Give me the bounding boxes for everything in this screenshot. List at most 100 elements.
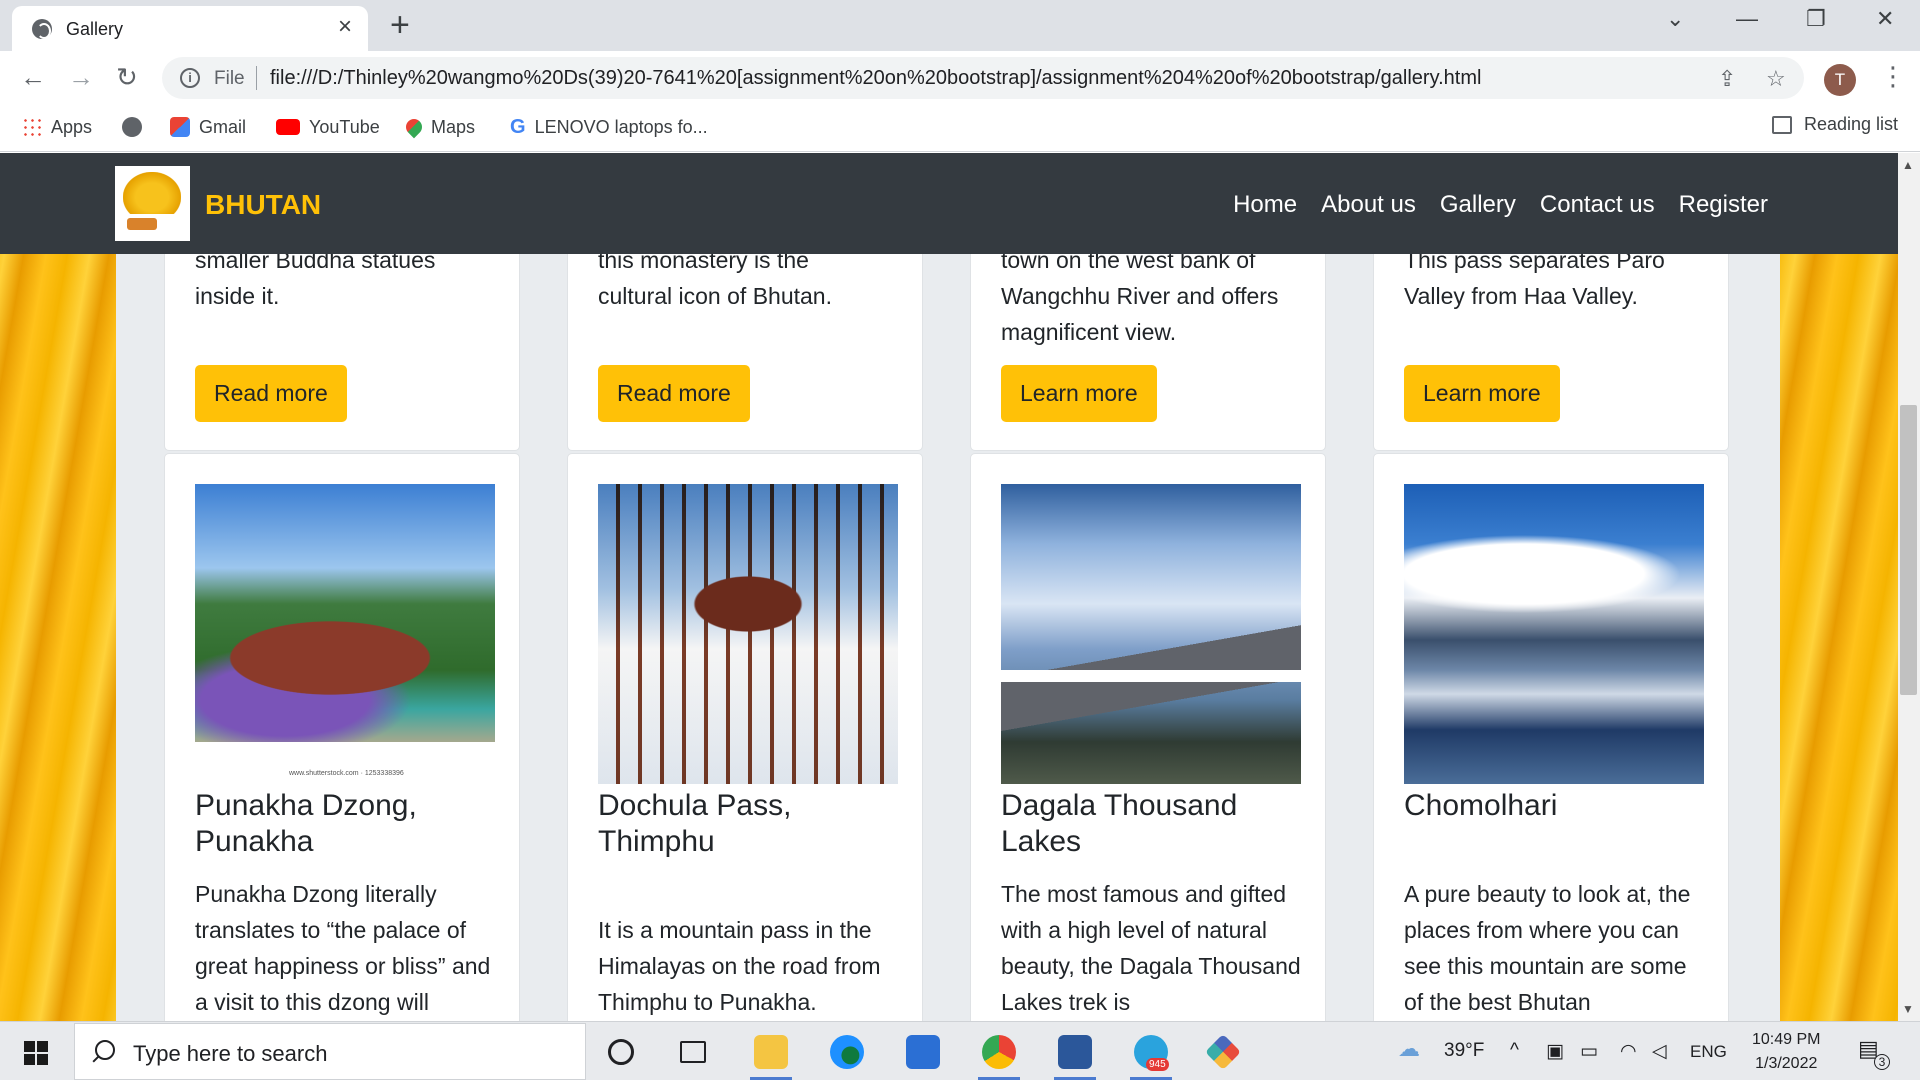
- card-text: Valley from Haa Valley.: [1404, 283, 1638, 309]
- battery-icon[interactable]: ▭: [1580, 1040, 1598, 1063]
- youtube-icon: [276, 119, 300, 135]
- read-more-button[interactable]: Read more: [598, 365, 750, 422]
- bookmark-apps[interactable]: Apps: [22, 114, 92, 140]
- bookmark-star-icon[interactable]: ☆: [1766, 66, 1786, 92]
- dagala-lakes-image: [1001, 484, 1301, 784]
- chevron-up-icon[interactable]: ^: [1510, 1040, 1519, 1062]
- info-icon[interactable]: i: [180, 68, 200, 88]
- taskbar: Type here to search 945 ☁ 39°F ^ ▣ ▭ ◠ ◁…: [0, 1021, 1920, 1080]
- volume-icon[interactable]: ◁: [1652, 1040, 1667, 1063]
- clock[interactable]: 10:49 PM 1/3/2022: [1752, 1028, 1820, 1076]
- restore-button[interactable]: ❐: [1806, 6, 1826, 32]
- mail-icon[interactable]: [906, 1035, 940, 1069]
- clock-date: 1/3/2022: [1755, 1055, 1818, 1072]
- tab-title: Gallery: [66, 19, 124, 39]
- bookmark-globe[interactable]: [122, 114, 142, 140]
- bookmark-youtube[interactable]: YouTube: [276, 114, 380, 140]
- globe-icon: [122, 117, 142, 137]
- card-text: Punakha Dzong literally translates to “t…: [195, 881, 491, 1015]
- address-bar[interactable]: i File file:///D:/Thinley%20wangmo%20Ds(…: [162, 57, 1804, 99]
- chomolhari-image: [1404, 484, 1704, 784]
- telegram-badge: 945: [1146, 1058, 1169, 1071]
- url-separator: [256, 66, 257, 90]
- tab-strip: Gallery × + ⌄ — ❐ ✕: [0, 0, 1920, 51]
- card-text: It is a mountain pass in the Himalayas o…: [598, 917, 881, 1015]
- windows-start-icon[interactable]: [24, 1041, 48, 1065]
- edge-icon[interactable]: [830, 1035, 864, 1069]
- weather-temp[interactable]: 39°F: [1444, 1040, 1484, 1062]
- card-text: inside it.: [195, 283, 280, 309]
- bookmark-label: Maps: [431, 116, 476, 137]
- nav-register[interactable]: Register: [1679, 191, 1768, 219]
- card-title: Dagala Thousand Lakes: [1001, 789, 1238, 858]
- cortana-icon[interactable]: [608, 1039, 634, 1065]
- maps-pin-icon: [402, 115, 426, 139]
- scroll-up-arrow-icon[interactable]: ▲: [1902, 158, 1914, 172]
- taskbar-search[interactable]: Type here to search: [74, 1023, 586, 1080]
- reading-list-label: Reading list: [1804, 114, 1899, 134]
- word-icon[interactable]: [1058, 1035, 1092, 1069]
- card-title: Chomolhari: [1404, 789, 1558, 822]
- site-navbar: BHUTAN Home About us Gallery Contact us …: [0, 153, 1898, 254]
- bookmark-maps[interactable]: Maps: [402, 114, 476, 140]
- close-tab-icon[interactable]: ×: [338, 15, 352, 39]
- language-indicator[interactable]: ENG: [1690, 1042, 1727, 1062]
- card-punakha-dzong: www.shutterstock.com · 1253338396 Punakh…: [164, 453, 520, 1021]
- weather-icon[interactable]: ☁: [1398, 1036, 1420, 1062]
- nav-home[interactable]: Home: [1233, 191, 1297, 219]
- dochula-pass-image: [598, 484, 898, 784]
- card-dagala-lakes: Dagala Thousand Lakes The most famous an…: [970, 453, 1326, 1021]
- image-watermark: www.shutterstock.com · 1253338396: [289, 770, 404, 777]
- card-title: Dochula Pass, Thimphu: [598, 789, 792, 858]
- menu-icon[interactable]: ⋮: [1880, 61, 1906, 92]
- url-scheme: File: [214, 68, 245, 89]
- card-text: A pure beauty to look at, the places fro…: [1404, 881, 1691, 1015]
- device-icon[interactable]: ▣: [1546, 1040, 1564, 1063]
- bookmark-label: LENOVO laptops fo...: [534, 116, 708, 137]
- bookmarks-bar: Apps Gmail YouTube Maps G LENOVO laptops…: [0, 104, 1920, 152]
- nav-about-us[interactable]: About us: [1321, 191, 1416, 219]
- share-icon[interactable]: ⇪: [1718, 66, 1736, 92]
- file-explorer-icon[interactable]: [754, 1035, 788, 1069]
- profile-avatar[interactable]: T: [1824, 64, 1856, 96]
- tab-gallery[interactable]: Gallery ×: [12, 6, 368, 51]
- app-icon[interactable]: [1204, 1033, 1242, 1071]
- brand-title[interactable]: BHUTAN: [205, 189, 321, 221]
- card-text: cultural icon of Bhutan.: [598, 283, 832, 309]
- close-window-button[interactable]: ✕: [1876, 6, 1894, 32]
- punakha-dzong-image: www.shutterstock.com · 1253338396: [195, 484, 495, 784]
- bookmark-gmail[interactable]: Gmail: [170, 114, 246, 140]
- search-placeholder: Type here to search: [133, 1041, 328, 1066]
- read-more-button[interactable]: Read more: [195, 365, 347, 422]
- card-title: Punakha Dzong, Punakha: [195, 789, 417, 858]
- nav-contact-us[interactable]: Contact us: [1540, 191, 1655, 219]
- learn-more-button[interactable]: Learn more: [1404, 365, 1560, 422]
- bookmark-label: Apps: [51, 116, 93, 137]
- reading-list[interactable]: Reading list: [1772, 114, 1898, 135]
- scroll-down-arrow-icon[interactable]: ▼: [1902, 1002, 1914, 1016]
- learn-more-button[interactable]: Learn more: [1001, 365, 1157, 422]
- bookmark-lenovo[interactable]: G LENOVO laptops fo...: [510, 114, 708, 140]
- chrome-icon[interactable]: [982, 1035, 1016, 1069]
- bookmark-label: YouTube: [309, 116, 380, 137]
- task-view-icon[interactable]: [680, 1041, 706, 1063]
- new-tab-button[interactable]: +: [390, 8, 410, 42]
- wifi-icon[interactable]: ◠: [1620, 1040, 1637, 1063]
- card-dochula-pass: Dochula Pass, Thimphu It is a mountain p…: [567, 453, 923, 1021]
- nav-gallery[interactable]: Gallery: [1440, 191, 1516, 219]
- reload-icon[interactable]: ↻: [116, 63, 138, 91]
- apps-grid-icon: [22, 117, 42, 137]
- gmail-icon: [170, 117, 190, 137]
- tab-search-icon[interactable]: ⌄: [1666, 6, 1684, 32]
- reading-list-icon: [1772, 115, 1792, 134]
- page-viewport: BHUTAN Home About us Gallery Contact us …: [0, 153, 1898, 1021]
- scrollbar-thumb[interactable]: [1900, 405, 1917, 695]
- back-icon[interactable]: ←: [20, 63, 46, 91]
- site-logo[interactable]: [115, 166, 190, 241]
- card-text: The most famous and gifted with a high l…: [1001, 881, 1301, 1015]
- forward-icon[interactable]: →: [68, 63, 94, 91]
- nav-links: Home About us Gallery Contact us Registe…: [1233, 191, 1768, 219]
- minimize-button[interactable]: —: [1736, 6, 1758, 32]
- url-text[interactable]: file:///D:/Thinley%20wangmo%20Ds(39)20-7…: [270, 67, 1481, 90]
- clock-time: 10:49 PM: [1752, 1031, 1821, 1048]
